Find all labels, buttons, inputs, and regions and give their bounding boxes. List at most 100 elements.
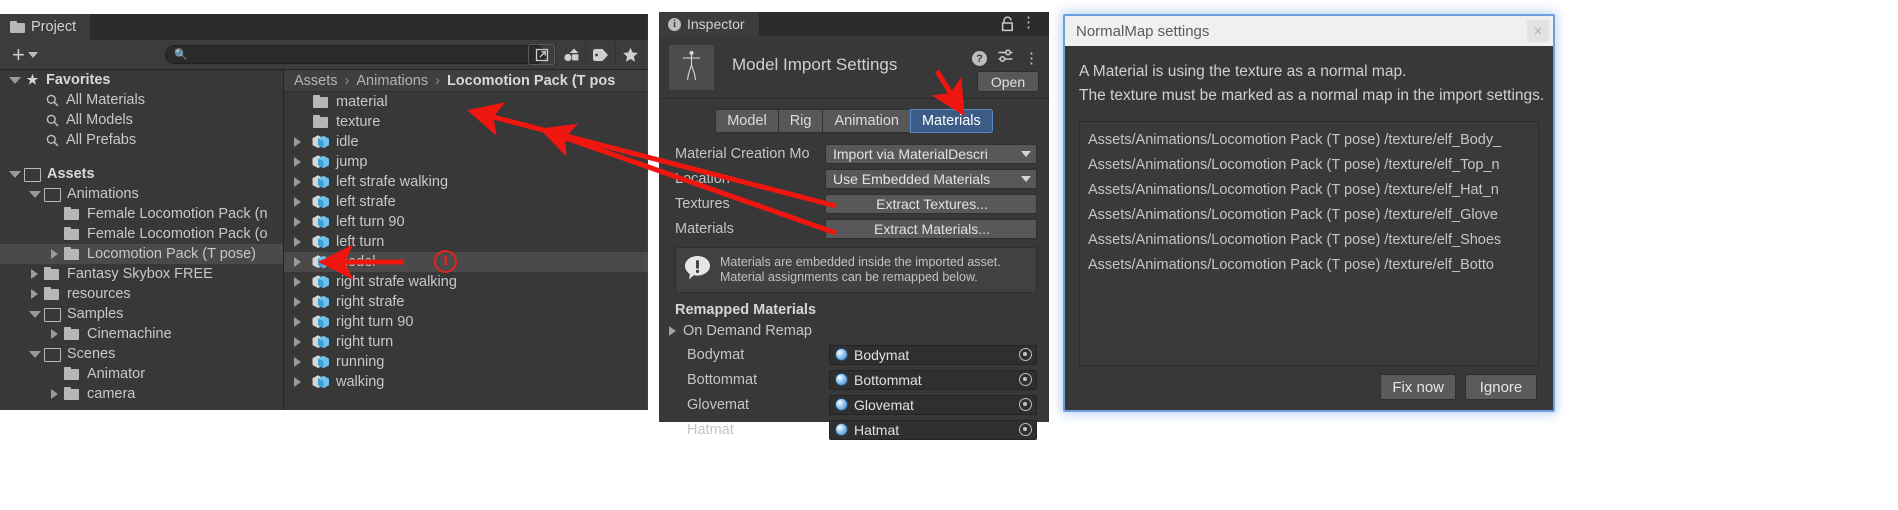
file-row[interactable]: left turn <box>284 232 648 252</box>
collapse-toggle[interactable] <box>26 190 43 198</box>
expand-toggle[interactable] <box>26 289 43 299</box>
import-settings-tabs[interactable]: Model Rig Animation Materials <box>659 99 1049 141</box>
dropdown-material-creation-mo[interactable]: Import via MaterialDescri <box>825 143 1037 164</box>
material-object-field[interactable]: Hatmat <box>829 419 1037 440</box>
tree-item-resources[interactable]: resources <box>0 284 283 304</box>
tree-item-all-prefabs[interactable]: All Prefabs <box>0 130 283 150</box>
tree-item-assets[interactable]: Assets <box>0 164 283 184</box>
expand-toggle[interactable] <box>289 357 306 367</box>
expand-toggle[interactable] <box>289 297 306 307</box>
filter-by-label-icon[interactable] <box>585 43 615 66</box>
tree-item-fantasy-skybox-free[interactable]: Fantasy Skybox FREE <box>0 264 283 284</box>
tree-item-all-models[interactable]: All Models <box>0 110 283 130</box>
expand-toggle[interactable] <box>289 137 306 147</box>
search-input[interactable] <box>192 47 536 62</box>
file-row[interactable]: idle <box>284 132 648 152</box>
texture-path-item[interactable]: Assets/Animations/Locomotion Pack (T pos… <box>1088 228 1538 253</box>
object-picker-icon[interactable] <box>1019 398 1032 411</box>
close-icon[interactable]: × <box>1527 20 1549 42</box>
inspector-menu-icon[interactable]: ⋮ <box>1024 50 1039 67</box>
file-row[interactable]: texture <box>284 112 648 132</box>
material-object-field[interactable]: Bottommat <box>829 369 1037 390</box>
favorite-star-icon[interactable] <box>615 43 645 66</box>
tree-item-female-locomotion-pack-o[interactable]: Female Locomotion Pack (o <box>0 224 283 244</box>
expand-toggle[interactable] <box>289 317 306 327</box>
file-row[interactable]: running <box>284 352 648 372</box>
texture-path-item[interactable]: Assets/Animations/Locomotion Pack (T pos… <box>1088 153 1538 178</box>
filter-by-type-icon[interactable] <box>555 43 585 66</box>
file-row[interactable]: left strafe <box>284 192 648 212</box>
fix-now-button[interactable]: Fix now <box>1380 374 1456 400</box>
tree-item-all-materials[interactable]: All Materials <box>0 90 283 110</box>
collapse-toggle[interactable] <box>6 76 23 84</box>
breadcrumb-part[interactable]: Animations <box>356 73 428 89</box>
extract-textures-button[interactable]: Extract Textures... <box>825 193 1037 214</box>
expand-toggle[interactable] <box>289 257 306 267</box>
expand-toggle[interactable] <box>289 277 306 287</box>
object-picker-icon[interactable] <box>1019 423 1032 436</box>
collapse-toggle[interactable] <box>26 350 43 358</box>
texture-path-item[interactable]: Assets/Animations/Locomotion Pack (T pos… <box>1088 128 1538 153</box>
object-picker-icon[interactable] <box>1019 348 1032 361</box>
object-picker-icon[interactable] <box>1019 373 1032 386</box>
collapse-toggle[interactable] <box>6 170 23 178</box>
expand-toggle[interactable] <box>26 269 43 279</box>
material-object-field[interactable]: Glovemat <box>829 394 1037 415</box>
open-button[interactable]: Open <box>977 71 1039 92</box>
tree-item-favorites[interactable]: ★ Favorites <box>0 70 283 90</box>
expand-toggle[interactable] <box>46 329 63 339</box>
tab-model[interactable]: Model <box>715 109 778 133</box>
tree-item-locomotion-pack-t-pose[interactable]: Locomotion Pack (T pose) <box>0 244 283 264</box>
texture-path-list[interactable]: Assets/Animations/Locomotion Pack (T pos… <box>1079 121 1539 366</box>
search-box[interactable]: 🔍 <box>165 45 545 64</box>
material-object-field[interactable]: Bodymat <box>829 344 1037 365</box>
expand-toggle[interactable] <box>289 337 306 347</box>
help-icon[interactable]: ? <box>972 51 987 66</box>
create-asset-button[interactable]: + <box>6 43 44 65</box>
tab-inspector[interactable]: i Inspector <box>659 12 759 36</box>
breadcrumb[interactable]: Assets › Animations › Locomotion Pack (T pos <box>284 70 648 92</box>
expand-toggle[interactable] <box>289 157 306 167</box>
tab-materials[interactable]: Materials <box>909 109 993 133</box>
breadcrumb-part[interactable]: Assets <box>294 73 338 89</box>
file-row[interactable]: model <box>284 252 648 272</box>
lock-icon[interactable] <box>1000 16 1015 37</box>
file-row[interactable]: left strafe walking <box>284 172 648 192</box>
file-row[interactable]: walking <box>284 372 648 392</box>
tree-item-animations[interactable]: Animations <box>0 184 283 204</box>
tree-item-animator[interactable]: Animator <box>0 364 283 384</box>
tab-rig[interactable]: Rig <box>777 109 823 133</box>
expand-toggle[interactable] <box>289 377 306 387</box>
extract-materials-button[interactable]: Extract Materials... <box>825 218 1037 239</box>
texture-path-item[interactable]: Assets/Animations/Locomotion Pack (T pos… <box>1088 178 1538 203</box>
tab-project[interactable]: Project <box>0 14 91 40</box>
dropdown-location[interactable]: Use Embedded Materials <box>825 168 1037 189</box>
expand-toggle[interactable] <box>289 237 306 247</box>
open-in-new-icon[interactable] <box>528 44 555 65</box>
tree-item-camera[interactable]: camera <box>0 384 283 404</box>
texture-path-item[interactable]: Assets/Animations/Locomotion Pack (T pos… <box>1088 253 1538 278</box>
ignore-button[interactable]: Ignore <box>1465 374 1537 400</box>
expand-toggle[interactable] <box>289 197 306 207</box>
project-tree[interactable]: ★ Favorites All Materials All Models All Pre… <box>0 70 284 410</box>
expand-toggle[interactable] <box>289 177 306 187</box>
expand-toggle[interactable] <box>46 249 63 259</box>
texture-path-item[interactable]: Assets/Animations/Locomotion Pack (T pos… <box>1088 203 1538 228</box>
file-rows[interactable]: material texture idle jump left strafe walki… <box>284 92 648 392</box>
file-row[interactable]: left turn 90 <box>284 212 648 232</box>
tree-item-samples[interactable]: Samples <box>0 304 283 324</box>
file-row[interactable]: right strafe <box>284 292 648 312</box>
tree-item-female-locomotion-pack-n[interactable]: Female Locomotion Pack (n <box>0 204 283 224</box>
file-row[interactable]: jump <box>284 152 648 172</box>
tree-item-scenes[interactable]: Scenes <box>0 344 283 364</box>
file-row[interactable]: right strafe walking <box>284 272 648 292</box>
panel-menu-icon[interactable]: ⋮ <box>1021 15 1036 31</box>
file-row[interactable]: right turn <box>284 332 648 352</box>
tree-item-cinemachine[interactable]: Cinemachine <box>0 324 283 344</box>
file-row[interactable]: material <box>284 92 648 112</box>
preset-icon[interactable] <box>997 48 1014 69</box>
tab-animation[interactable]: Animation <box>822 109 910 133</box>
on-demand-remap-foldout[interactable]: On Demand Remap <box>659 320 1049 342</box>
file-row[interactable]: right turn 90 <box>284 312 648 332</box>
expand-toggle[interactable] <box>289 217 306 227</box>
